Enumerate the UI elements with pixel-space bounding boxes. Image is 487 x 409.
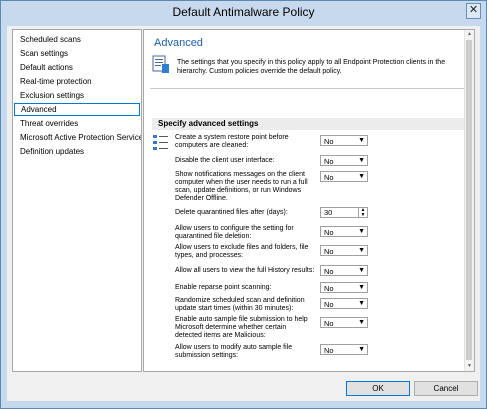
chevron-down-icon: ▼ xyxy=(358,319,365,326)
setting-label-restore-point: Create a system restore point before com… xyxy=(175,134,289,149)
setting-label-modify-sample-submission: Allow users to modify auto sample file s… xyxy=(175,344,293,359)
close-button[interactable]: ✕ xyxy=(466,3,481,19)
chevron-down-icon: ▼ xyxy=(358,267,365,274)
sidebar-item-advanced[interactable]: Advanced xyxy=(14,103,140,116)
page-title: Advanced xyxy=(154,37,203,49)
chevron-down-icon: ▼ xyxy=(358,247,365,254)
randomize-scan-select[interactable]: No ▼ xyxy=(320,298,368,309)
setting-label-allow-exclusions: Allow users to exclude files and folders… xyxy=(175,244,309,259)
setting-label-view-history: Allow all users to view the full History… xyxy=(175,267,315,274)
sidebar-item-scheduled-scans[interactable]: Scheduled scans xyxy=(14,33,140,46)
sidebar-item-definition-updates[interactable]: Definition updates xyxy=(14,145,140,158)
setting-label-reparse-point: Enable reparse point scanning: xyxy=(175,284,272,291)
settings-list-icon xyxy=(153,135,168,150)
scroll-down-icon[interactable]: ▼ xyxy=(465,362,474,371)
disable-ui-select[interactable]: No ▼ xyxy=(320,155,368,166)
setting-label-randomize-scan: Randomize scheduled scan and definition … xyxy=(175,297,305,312)
scrollbar-thumb[interactable] xyxy=(466,40,472,360)
sidebar-item-scan-settings[interactable]: Scan settings xyxy=(14,47,140,60)
dialog-client-area: Scheduled scans Scan settings Default ac… xyxy=(7,26,480,401)
window-title: Default Antimalware Policy xyxy=(172,5,315,19)
settings-panel: Advanced The settings that you specify i… xyxy=(143,29,475,372)
ok-button[interactable]: OK xyxy=(346,381,410,396)
settings-category-list: Scheduled scans Scan settings Default ac… xyxy=(12,29,142,372)
quarantine-days-spinner[interactable]: 30 ▲ ▼ xyxy=(320,207,368,218)
chevron-down-icon: ▼ xyxy=(358,284,365,291)
chevron-down-icon: ▼ xyxy=(358,300,365,307)
setting-label-auto-sample-submission: Enable auto sample file submission to he… xyxy=(175,316,308,339)
chevron-down-icon: ▼ xyxy=(358,157,365,164)
reparse-point-select[interactable]: No ▼ xyxy=(320,282,368,293)
auto-sample-submission-select[interactable]: No ▼ xyxy=(320,317,368,328)
policy-description: The settings that you specify in this po… xyxy=(177,59,446,75)
restore-point-select[interactable]: No ▼ xyxy=(320,135,368,146)
title-bar: Default Antimalware Policy ✕ xyxy=(1,1,486,22)
sidebar-item-threat-overrides[interactable]: Threat overrides xyxy=(14,117,140,130)
sidebar-item-default-actions[interactable]: Default actions xyxy=(14,61,140,74)
dialog-window: Default Antimalware Policy ✕ Scheduled s… xyxy=(0,0,487,409)
sidebar-item-maps[interactable]: Microsoft Active Protection Service xyxy=(14,131,141,144)
configure-quarantine-select[interactable]: No ▼ xyxy=(320,226,368,237)
setting-label-delete-quarantined: Delete quarantined files after (days): xyxy=(175,209,288,216)
policy-info-icon xyxy=(152,55,169,73)
cancel-button[interactable]: Cancel xyxy=(414,381,478,396)
chevron-down-icon: ▼ xyxy=(358,346,365,353)
close-icon: ✕ xyxy=(468,4,479,16)
show-notifications-select[interactable]: No ▼ xyxy=(320,171,368,182)
section-header: Specify advanced settings xyxy=(152,118,464,130)
setting-label-configure-quarantine: Allow users to configure the setting for… xyxy=(175,225,294,240)
scroll-up-icon[interactable]: ▲ xyxy=(465,30,474,39)
spin-arrows-icon[interactable]: ▲ ▼ xyxy=(358,208,367,217)
allow-exclusions-select[interactable]: No ▼ xyxy=(320,245,368,256)
chevron-down-icon: ▼ xyxy=(358,137,365,144)
chevron-down-icon: ▼ xyxy=(358,173,365,180)
vertical-scrollbar[interactable]: ▲ ▼ xyxy=(464,30,474,371)
setting-label-disable-ui: Disable the client user interface: xyxy=(175,157,275,164)
divider xyxy=(150,88,468,89)
sidebar-item-real-time-protection[interactable]: Real-time protection xyxy=(14,75,140,88)
modify-sample-submission-select[interactable]: No ▼ xyxy=(320,344,368,355)
setting-label-show-notifications: Show notifications messages on the clien… xyxy=(175,171,308,202)
sidebar-item-exclusion-settings[interactable]: Exclusion settings xyxy=(14,89,140,102)
chevron-down-icon: ▼ xyxy=(358,228,365,235)
view-history-select[interactable]: No ▼ xyxy=(320,265,368,276)
